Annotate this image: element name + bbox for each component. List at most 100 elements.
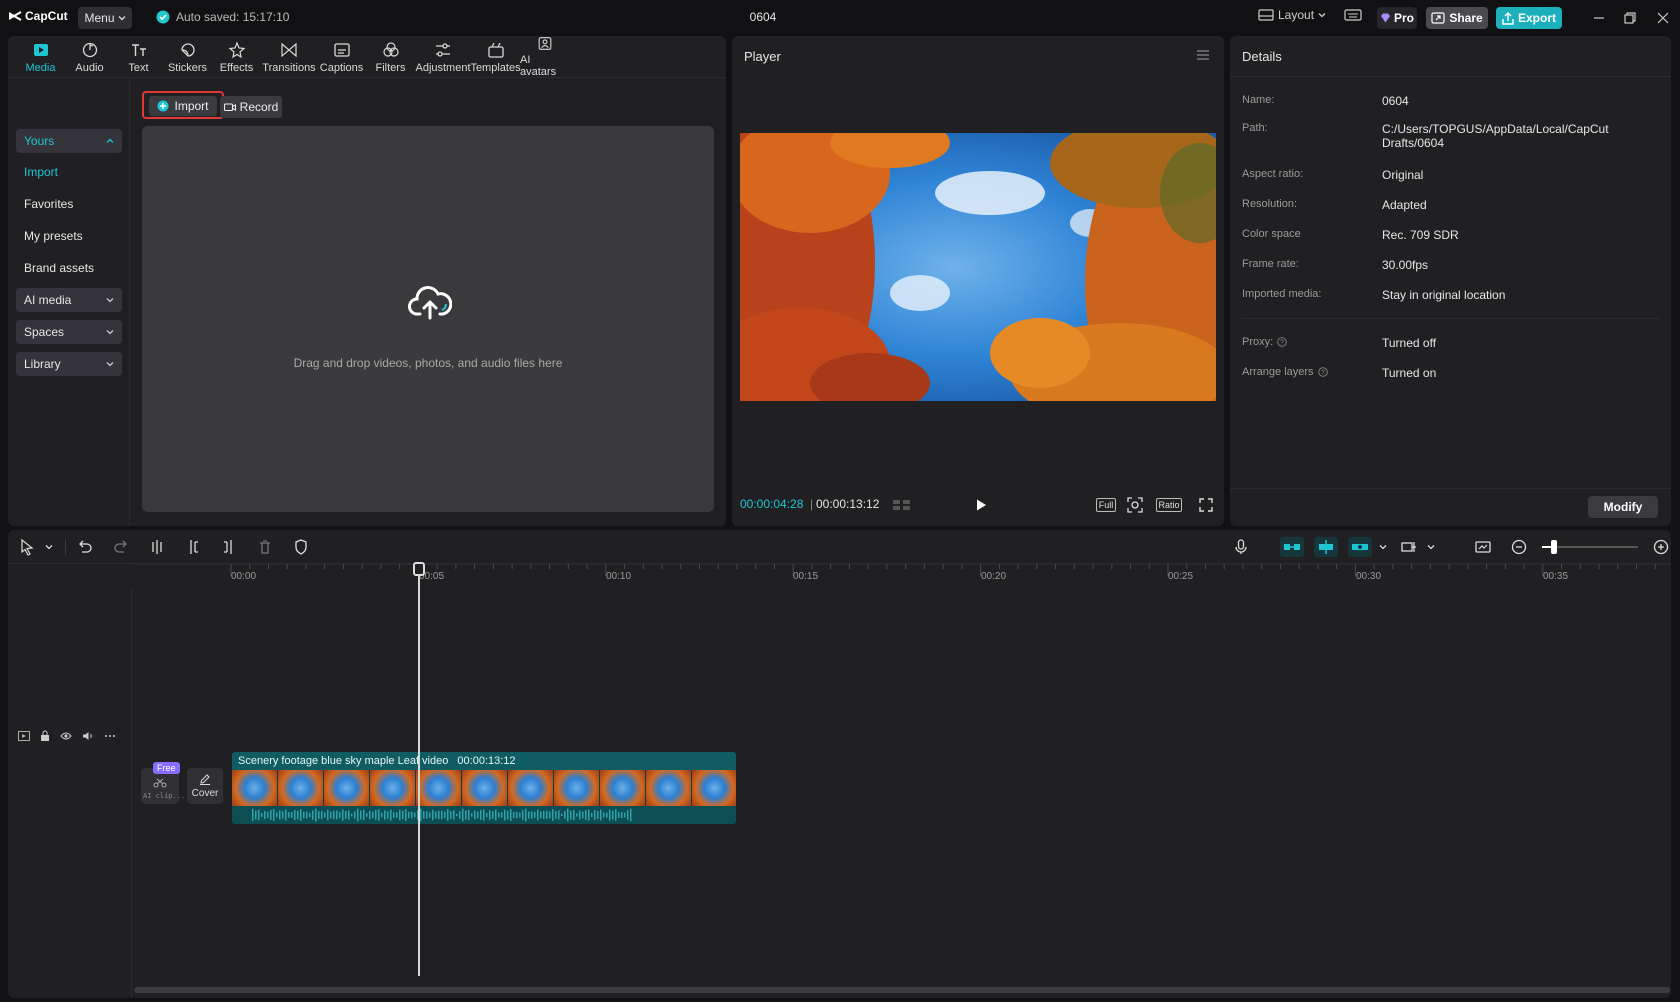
sidebar-item-library[interactable]: Library <box>16 352 122 376</box>
fullscreen-icon[interactable] <box>1198 497 1214 513</box>
auto-snap-toggle[interactable] <box>1314 537 1338 557</box>
ratio-button[interactable]: Ratio <box>1156 498 1182 512</box>
sidebar-item-spaces[interactable]: Spaces <box>16 320 122 344</box>
tab-transitions[interactable]: Transitions <box>261 36 317 78</box>
share-button[interactable]: Share <box>1426 7 1488 29</box>
help-icon[interactable]: ? <box>1277 337 1287 347</box>
undo-icon[interactable] <box>76 538 94 556</box>
track-cover-icon[interactable] <box>18 731 30 741</box>
zoom-out-icon[interactable] <box>1510 538 1528 556</box>
split-icon[interactable] <box>148 538 166 556</box>
sidebar-item-label: Favorites <box>24 197 74 211</box>
tab-label: Effects <box>219 61 254 74</box>
close-icon[interactable] <box>1655 10 1671 26</box>
import-button[interactable]: Import <box>149 96 217 116</box>
cover-button[interactable]: Cover <box>187 768 223 804</box>
video-clip[interactable]: Scenery footage blue sky maple Leaf vide… <box>232 752 736 824</box>
import-highlight: Import <box>142 91 224 119</box>
detail-label-proxy-wrap: Proxy: ? <box>1242 336 1287 348</box>
thumbnail-view-icon[interactable] <box>1474 538 1492 556</box>
cover-label: Cover <box>191 788 219 799</box>
tab-audio[interactable]: Audio <box>65 36 114 78</box>
clip-filmstrip <box>232 770 736 806</box>
tab-label: Media <box>25 61 56 74</box>
media-panel: Media Audio Text Stickers Effects Transitions… <box>8 36 726 526</box>
timeline-panel: 00:00 00:05 00:10 00:15 00:20 00:25 00:3… <box>8 530 1671 998</box>
tab-label: Transitions <box>262 61 316 74</box>
hamburger-menu-icon[interactable] <box>1196 49 1210 61</box>
tab-effects[interactable]: Effects <box>212 36 261 78</box>
tab-adjustment[interactable]: Adjustment <box>415 36 471 78</box>
more-icon[interactable] <box>104 731 116 741</box>
shield-icon[interactable] <box>292 538 310 556</box>
tab-captions[interactable]: Captions <box>317 36 366 78</box>
tab-media[interactable]: Media <box>16 36 65 78</box>
zoom-fit-icon[interactable] <box>1126 496 1144 514</box>
sidebar-item-my-presets[interactable]: My presets <box>16 224 122 248</box>
layout-button[interactable]: Layout <box>1258 8 1326 22</box>
linkage-toggle[interactable] <box>1348 537 1372 557</box>
chevron-down-icon[interactable] <box>1374 538 1392 556</box>
trim-right-icon[interactable] <box>220 538 238 556</box>
tab-text[interactable]: Text <box>114 36 163 78</box>
ruler-tick-label: 00:15 <box>793 571 819 582</box>
zoom-slider[interactable] <box>1542 540 1638 554</box>
tab-ai-avatars[interactable]: AI avatars <box>520 36 569 78</box>
player-panel: Player 00:00:04:28 | 00:00:13:12 Full Ra… <box>732 36 1224 526</box>
lock-icon[interactable] <box>40 730 50 742</box>
preview-axis-icon[interactable] <box>1400 538 1418 556</box>
select-cursor-icon[interactable] <box>18 538 36 556</box>
export-button[interactable]: Export <box>1496 7 1562 29</box>
filmstrip-frame <box>462 770 508 806</box>
sidebar-item-brand-assets[interactable]: Brand assets <box>16 256 122 280</box>
shortcuts-button[interactable] <box>1344 8 1362 22</box>
modify-button[interactable]: Modify <box>1588 496 1658 518</box>
chevron-down-icon[interactable] <box>40 538 58 556</box>
tab-filters[interactable]: Filters <box>366 36 415 78</box>
current-time: 00:00:04:28 <box>740 497 804 511</box>
grid-icon[interactable] <box>892 498 912 512</box>
filmstrip-frame <box>324 770 370 806</box>
ai-clip-button[interactable]: Free AI clip... <box>141 762 186 804</box>
video-preview[interactable] <box>740 133 1216 401</box>
volume-icon[interactable] <box>82 731 94 741</box>
dropzone-text: Drag and drop videos, photos, and audio … <box>293 356 563 370</box>
filmstrip-frame <box>554 770 600 806</box>
zoom-in-icon[interactable] <box>1652 538 1670 556</box>
tab-stickers[interactable]: Stickers <box>163 36 212 78</box>
sidebar-item-yours[interactable]: Yours <box>16 129 122 153</box>
playhead-handle[interactable] <box>413 562 425 576</box>
playhead[interactable] <box>413 562 425 976</box>
tab-templates[interactable]: Templates <box>470 36 521 78</box>
eye-icon[interactable] <box>60 731 72 741</box>
zoom-slider-handle[interactable] <box>1551 540 1557 554</box>
record-button[interactable]: Record <box>220 96 282 118</box>
minimize-icon[interactable] <box>1591 10 1607 26</box>
help-icon[interactable]: ? <box>1317 367 1328 377</box>
detail-value-color-space: Rec. 709 SDR <box>1382 228 1459 242</box>
play-icon[interactable] <box>974 498 988 512</box>
main-track-magnet-toggle[interactable] <box>1280 537 1304 557</box>
time-ruler[interactable]: 00:00 00:05 00:10 00:15 00:20 00:25 00:3… <box>132 564 1671 588</box>
pencil-icon <box>200 774 210 785</box>
timeline-scrollbar[interactable] <box>134 987 1670 993</box>
media-dropzone[interactable]: Drag and drop videos, photos, and audio … <box>142 126 714 512</box>
chain-icon <box>1352 544 1368 550</box>
trim-left-icon[interactable] <box>184 538 202 556</box>
sidebar-item-ai-media[interactable]: AI media <box>16 288 122 312</box>
restore-icon[interactable] <box>1622 10 1638 26</box>
link-clips-icon <box>1284 544 1300 550</box>
detail-value-resolution: Adapted <box>1382 198 1427 212</box>
sidebar-item-favorites[interactable]: Favorites <box>16 192 122 216</box>
ai-clip-label: AI clip... <box>143 792 186 800</box>
redo-icon[interactable] <box>112 538 130 556</box>
chevron-down-icon[interactable] <box>1422 538 1440 556</box>
delete-icon[interactable] <box>256 538 274 556</box>
microphone-icon[interactable] <box>1232 538 1250 556</box>
sidebar-item-label: Brand assets <box>24 261 95 275</box>
chevron-down-icon <box>1318 13 1326 18</box>
sidebar-item-import[interactable]: Import <box>16 160 122 184</box>
filters-icon <box>382 41 399 57</box>
full-quality-button[interactable]: Full <box>1096 498 1116 512</box>
pro-button[interactable]: Pro <box>1377 7 1417 29</box>
